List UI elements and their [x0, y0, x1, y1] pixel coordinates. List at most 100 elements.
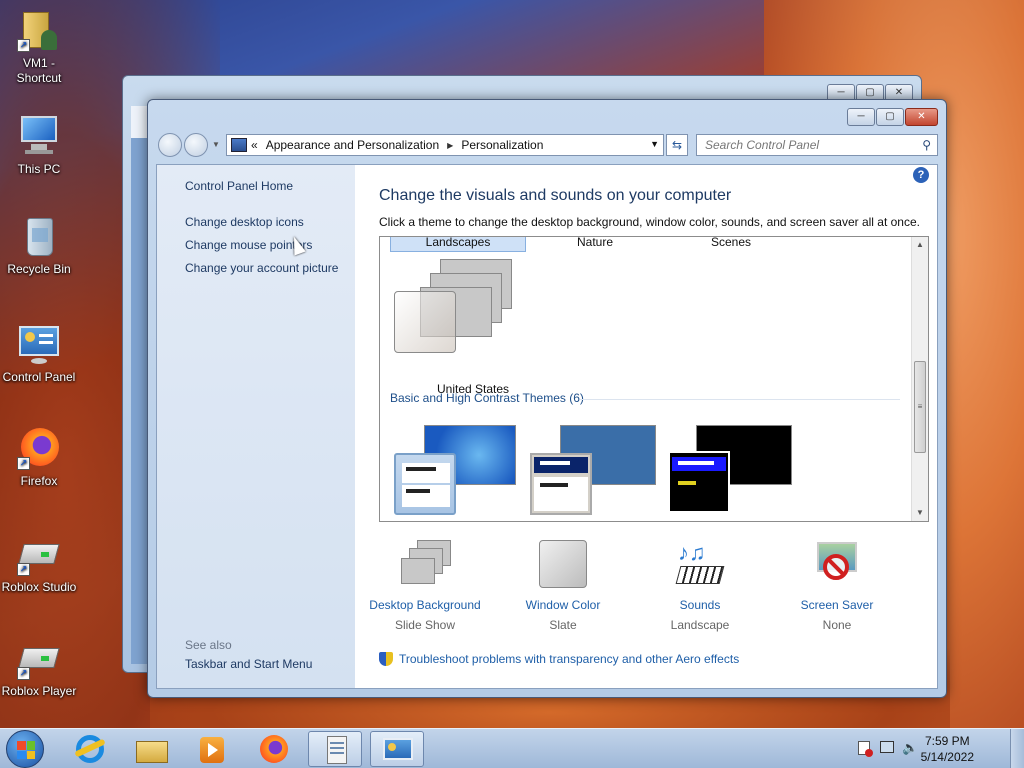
desktop-icon-label: This PC [17, 162, 61, 176]
search-icon[interactable]: ⚲ [922, 135, 931, 155]
computer-icon [17, 114, 61, 158]
file-explorer-icon [136, 735, 168, 763]
maximize-button[interactable]: ▢ [876, 108, 904, 126]
desktop-icon-this-pc[interactable]: This PC [0, 114, 78, 177]
clock-date: 5/14/2022 [920, 750, 974, 764]
firefox-icon: ↗ [17, 426, 61, 470]
search-placeholder: Search Control Panel [705, 138, 820, 152]
windows-logo-icon [17, 741, 35, 759]
tab-scenes[interactable]: Scenes [696, 237, 766, 252]
personalization-window[interactable]: ─ ▢ ✕ ▼ « Appearance and Personalization… [147, 99, 947, 698]
window-color-link[interactable]: Window Color Slate [493, 540, 633, 632]
recycle-bin-icon [17, 214, 61, 258]
tab-nature[interactable]: Nature [560, 237, 630, 252]
taskbar-media-player[interactable] [184, 731, 238, 767]
desktop-background-value: Slide Show [394, 618, 456, 632]
chevron-right-icon[interactable]: ▶ [447, 141, 453, 150]
breadcrumb-appearance[interactable]: Appearance and Personalization [266, 138, 439, 152]
search-input[interactable]: Search Control Panel ⚲ [696, 134, 938, 156]
desktop-icon-firefox[interactable]: ↗ Firefox [0, 426, 78, 489]
themes-list[interactable]: Landscapes Nature Scenes United States B… [379, 236, 929, 522]
breadcrumb-prefix[interactable]: « [251, 138, 258, 152]
change-desktop-icons-link[interactable]: Change desktop icons [185, 215, 304, 229]
see-also-heading: See also [185, 638, 232, 652]
show-desktop-button[interactable] [1010, 729, 1024, 768]
page-title: Change the visuals and sounds on your co… [379, 187, 732, 204]
tab-landscapes[interactable]: Landscapes [390, 237, 526, 252]
recent-pages-dropdown[interactable]: ▼ [212, 140, 220, 149]
firefox-icon [258, 735, 288, 763]
desktop-icon-label: Firefox [20, 474, 58, 488]
taskbar: 🔈 7:59 PM 5/14/2022 [0, 728, 1024, 768]
desktop-background-title[interactable]: Desktop Background [355, 598, 495, 612]
taskbar-firefox[interactable] [246, 731, 300, 767]
taskbar-notepad[interactable] [308, 731, 362, 767]
close-button[interactable]: ✕ [905, 108, 938, 126]
screen-saver-link[interactable]: Screen Saver None [767, 540, 907, 632]
theme-windows-basic[interactable] [394, 425, 518, 517]
internet-explorer-icon [74, 735, 106, 763]
window-color-icon [537, 540, 589, 592]
forward-button[interactable] [184, 133, 208, 157]
desktop-icon-label: Roblox Studio [1, 580, 77, 594]
desktop-icon-label: Roblox Player [1, 684, 77, 698]
start-button[interactable] [6, 730, 44, 768]
main-pane: ? Change the visuals and sounds on your … [355, 165, 937, 688]
basic-themes-heading[interactable]: Basic and High Contrast Themes (6) [390, 391, 584, 405]
volume-icon[interactable]: 🔈 [902, 741, 918, 755]
address-bar[interactable]: « Appearance and Personalization ▶ Perso… [226, 134, 664, 156]
troubleshoot-label[interactable]: Troubleshoot problems with transparency … [399, 652, 739, 666]
desktop-background-link[interactable]: Desktop Background Slide Show [355, 540, 495, 632]
scroll-thumb[interactable]: ≡ [914, 361, 926, 453]
scroll-down-icon[interactable]: ▼ [912, 505, 928, 521]
clock[interactable]: 7:59 PM 5/14/2022 [921, 733, 974, 765]
taskbar-control-panel[interactable] [370, 731, 424, 767]
desktop-icon-roblox-studio[interactable]: ↗ Roblox Studio [0, 532, 78, 595]
theme-high-contrast[interactable] [668, 425, 796, 517]
network-icon[interactable] [880, 741, 894, 755]
sounds-icon: ♪♫ [674, 540, 726, 592]
control-panel-home-link[interactable]: Control Panel Home [185, 179, 293, 193]
theme-color-swatch [394, 291, 456, 353]
notepad-icon [321, 736, 351, 764]
desktop-icon-vm1-shortcut[interactable]: ↗ VM1 - Shortcut [0, 8, 78, 86]
chevron-down-icon[interactable]: ▼ [650, 139, 659, 149]
troubleshoot-link[interactable]: Troubleshoot problems with transparency … [379, 652, 739, 666]
left-pane: Control Panel Home Change desktop icons … [157, 165, 355, 688]
roblox-studio-icon: ↗ [17, 532, 61, 576]
desktop-icon-label: Control Panel [2, 370, 76, 384]
shield-icon [379, 652, 393, 666]
desktop-icon-roblox-player[interactable]: ↗ Roblox Player [0, 636, 78, 699]
help-icon[interactable]: ? [913, 167, 929, 183]
breadcrumb-personalization[interactable]: Personalization [461, 138, 543, 152]
screen-saver-value: None [822, 618, 852, 632]
navigation-bar: ▼ « Appearance and Personalization ▶ Per… [156, 132, 938, 158]
theme-windows-classic[interactable] [530, 425, 658, 517]
window-color-value: Slate [549, 618, 577, 632]
media-player-icon [196, 735, 226, 763]
screen-saver-title[interactable]: Screen Saver [767, 598, 907, 612]
scroll-up-icon[interactable]: ▲ [912, 237, 928, 253]
change-account-picture-link[interactable]: Change your account picture [185, 261, 338, 275]
clock-time: 7:59 PM [924, 734, 970, 748]
folder-user-icon: ↗ [17, 8, 61, 52]
desktop-icon-control-panel[interactable]: Control Panel [0, 322, 78, 385]
themes-scrollbar[interactable]: ▲ ≡ ▼ [911, 237, 928, 521]
taskbar-start-menu-link[interactable]: Taskbar and Start Menu [185, 657, 312, 671]
roblox-player-icon: ↗ [17, 636, 61, 680]
sounds-title[interactable]: Sounds [630, 598, 770, 612]
refresh-button[interactable]: ⇆ [666, 134, 688, 156]
desktop-icon-label: Recycle Bin [7, 262, 71, 276]
minimize-button[interactable]: ─ [847, 108, 875, 126]
taskbar-file-explorer[interactable] [124, 731, 178, 767]
action-center-icon[interactable] [858, 741, 873, 757]
back-button[interactable] [158, 133, 182, 157]
window-color-title[interactable]: Window Color [493, 598, 633, 612]
screen-saver-icon [811, 540, 863, 592]
control-panel-icon [231, 138, 247, 152]
desktop-icon-recycle-bin[interactable]: Recycle Bin [0, 214, 78, 277]
sounds-link[interactable]: ♪♫ Sounds Landscape [630, 540, 770, 632]
desktop-icon-label: VM1 - Shortcut [16, 56, 62, 85]
taskbar-internet-explorer[interactable] [62, 731, 116, 767]
theme-united-states[interactable]: United States [394, 259, 534, 396]
